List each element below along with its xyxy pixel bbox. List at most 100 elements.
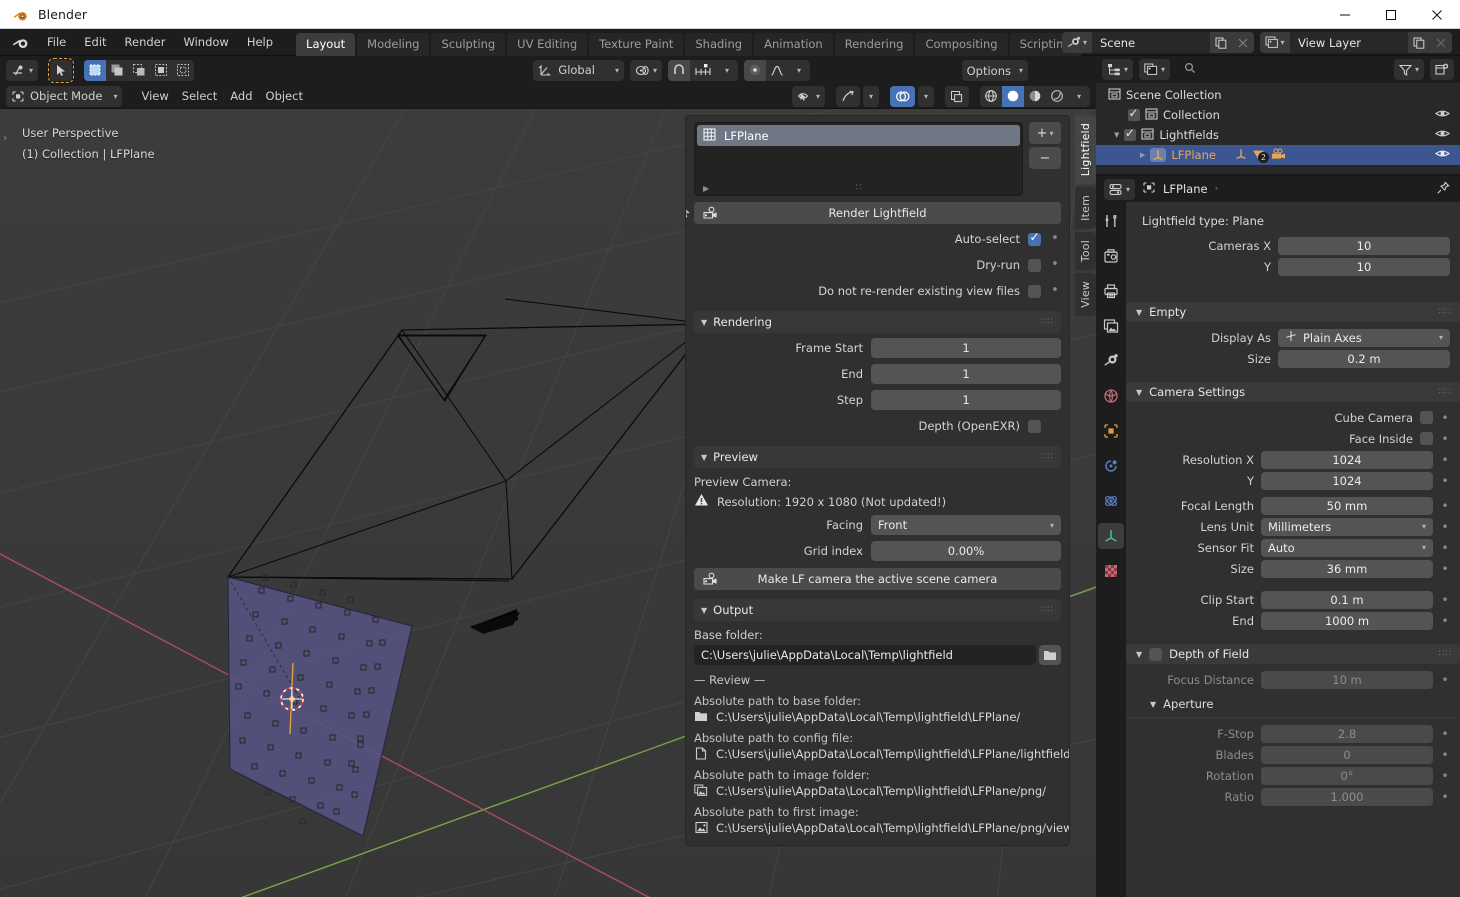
panel-drag-dots[interactable]: ∷∷ [1041,605,1054,615]
tab-layout[interactable]: Layout [296,32,356,56]
base-folder-input[interactable]: C:\Users\julie\AppData\Local\Temp\lightf… [694,645,1036,665]
dry-run-animate-dot[interactable]: • [1049,258,1061,271]
outliner-filter-button[interactable]: ▾ [1393,59,1424,80]
wireframe-shading-icon[interactable] [980,86,1002,107]
focus-distance-field[interactable]: 10 m [1261,670,1433,689]
editor-type-button[interactable]: ▾ [6,59,39,81]
tab-shading[interactable]: Shading [685,32,753,56]
menu-edit[interactable]: Edit [76,32,114,52]
no-rerender-animate-dot[interactable]: • [1049,284,1061,297]
falloff-dropdown-caret-icon[interactable]: ▾ [788,60,810,81]
viewport-toolbar-expand-arrow[interactable]: › [3,131,7,144]
overlays-toggle-button[interactable] [890,85,915,107]
blender-logo-icon[interactable] [10,33,32,52]
lens-unit-dropdown[interactable]: Millimeters ▾ [1261,517,1433,536]
preview-panel-header[interactable]: ▼ Preview ∷∷ [694,446,1061,468]
new-view-layer-button[interactable] [1408,32,1430,53]
object-mode-selector[interactable]: Object Mode ▾ [6,85,123,107]
camera-children-icon[interactable] [1270,147,1286,163]
face-inside-animate-dot[interactable]: • [1440,433,1450,445]
sensor-fit-dropdown[interactable]: Auto ▾ [1261,538,1433,557]
tab-uv-editing[interactable]: UV Editing [507,32,588,56]
viewport-menu-object[interactable]: Object [261,86,308,107]
frame-step-field[interactable]: 1 [871,390,1061,410]
outliner-row-scene-collection[interactable]: Scene Collection [1096,85,1460,105]
tab-modifiers-icon[interactable] [1098,453,1124,479]
folder-browse-button[interactable] [1039,645,1061,665]
remove-view-layer-button[interactable] [1430,32,1452,53]
tab-view-layer-icon[interactable] [1098,313,1124,339]
grid-index-field[interactable]: 0.00% [871,541,1061,561]
viewlayer-selector[interactable]: ▾ View Layer [1260,32,1452,53]
depth-of-field-checkbox[interactable] [1149,647,1163,661]
clip-start-animate-dot[interactable]: • [1440,594,1450,606]
face-inside-checkbox[interactable] [1420,432,1433,445]
dry-run-checkbox[interactable] [1028,258,1041,272]
material-preview-shading-icon[interactable] [1024,86,1046,107]
select-extend-icon[interactable] [106,60,128,81]
lfplane-visibility-eye-icon[interactable] [1435,148,1450,162]
collection-visibility-eye-icon[interactable] [1435,108,1450,122]
list-resize-grip[interactable]: ▶ ∷ [695,183,1022,193]
tab-scene-icon[interactable] [1098,348,1124,374]
blades-animate-dot[interactable]: • [1440,749,1450,761]
cameras-y-field[interactable]: 10 [1278,257,1450,276]
gizmo-dropdown-button[interactable]: ▾ [863,85,879,107]
viewport-menu-select[interactable]: Select [177,86,222,107]
f-stop-field[interactable]: 2.8 [1261,724,1433,743]
clip-end-animate-dot[interactable]: • [1440,615,1450,627]
tab-animation[interactable]: Animation [754,32,833,56]
add-lightfield-button[interactable]: + ▾ [1029,122,1061,144]
snap-dropdown-caret-icon[interactable]: ▾ [716,60,738,81]
empty-section-header[interactable]: ▼ Empty ∷∷ [1126,302,1460,322]
maximize-button[interactable] [1368,0,1414,29]
auto-select-animate-dot[interactable]: • [1049,232,1061,245]
gizmo-toggle-button[interactable] [836,85,860,107]
scene-icon[interactable]: ▾ [1062,32,1092,53]
menu-help[interactable]: Help [239,32,281,52]
tab-tool-icon[interactable] [1098,208,1124,234]
rendered-shading-icon[interactable] [1046,86,1068,107]
cube-camera-animate-dot[interactable]: • [1440,412,1450,424]
display-as-dropdown[interactable]: Plain Axes ▾ [1278,328,1450,347]
tab-object-icon[interactable] [1098,418,1124,444]
snap-increment-icon[interactable] [690,60,716,81]
output-panel-header[interactable]: ▼ Output ∷∷ [694,599,1061,621]
select-intersect-icon[interactable] [172,60,194,81]
panel-drag-dots[interactable]: ∷∷ [1439,387,1452,397]
viewport-menu-view[interactable]: View [136,86,173,107]
focal-length-field[interactable]: 50 mm [1261,496,1433,515]
facing-dropdown[interactable]: Front ▾ [871,515,1061,535]
tab-world-icon[interactable] [1098,383,1124,409]
render-lightfield-button[interactable]: Render Lightfield [694,202,1061,224]
tweak-tool-button[interactable] [48,57,75,83]
select-invert-icon[interactable] [150,60,172,81]
shading-dropdown-caret-icon[interactable]: ▾ [1068,86,1090,107]
tab-output-icon[interactable] [1098,278,1124,304]
transform-orientation-button[interactable]: Global ▾ [533,59,624,81]
lightfields-checkbox[interactable] [1124,126,1137,141]
view-layer-name[interactable]: View Layer [1290,35,1408,50]
mesh-children-icon[interactable]: 2 [1252,149,1269,163]
lightfield-list[interactable]: LFPlane ▶ ∷ [694,122,1023,196]
tab-modeling[interactable]: Modeling [357,32,430,56]
frame-start-field[interactable]: 1 [871,338,1061,358]
frame-end-field[interactable]: 1 [871,364,1061,384]
empty-size-field[interactable]: 0.2 m [1278,349,1450,368]
lightfields-visibility-eye-icon[interactable] [1435,128,1450,142]
aperture-subsection-header[interactable]: ▼ Aperture [1150,697,1450,711]
panel-drag-dots[interactable]: ∷∷ [1439,649,1452,659]
sensor-fit-animate-dot[interactable]: • [1440,542,1450,554]
outliner-display-mode-button[interactable]: ▾ [1139,59,1171,80]
new-scene-button[interactable] [1210,32,1232,53]
resolution-y-field[interactable]: 1024 [1261,471,1433,490]
pivot-point-button[interactable]: ▾ [629,59,662,81]
clip-end-field[interactable]: 1000 m [1261,611,1433,630]
focus-distance-animate-dot[interactable]: • [1440,674,1450,686]
rotation-field[interactable]: 0° [1261,766,1433,785]
remove-scene-button[interactable] [1232,32,1254,53]
menu-render[interactable]: Render [117,32,174,52]
make-lf-camera-active-button[interactable]: Make LF camera the active scene camera [694,568,1061,590]
depth-openexr-checkbox[interactable] [1028,419,1041,433]
tab-rendering[interactable]: Rendering [834,32,914,56]
